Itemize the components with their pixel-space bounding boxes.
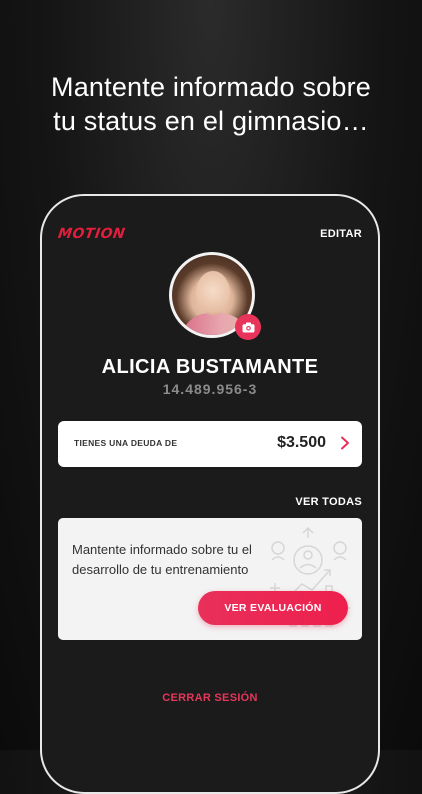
chevron-right-icon bbox=[341, 436, 349, 450]
phone-frame: MOTION EDITAR ALICIA BUSTAMANTE 14.489.9… bbox=[40, 194, 380, 794]
change-photo-button[interactable] bbox=[235, 314, 261, 340]
headline-line-2: tu status en el gimnasio… bbox=[53, 106, 369, 136]
view-evaluation-button[interactable]: VER EVALUACIÓN bbox=[198, 591, 348, 625]
debt-card[interactable]: TIENES UNA DEUDA DE $3.500 bbox=[58, 421, 362, 467]
app-screen: MOTION EDITAR ALICIA BUSTAMANTE 14.489.9… bbox=[42, 196, 378, 792]
debt-amount: $3.500 bbox=[277, 434, 326, 451]
marketing-headline: Mantente informado sobre tu status en el… bbox=[0, 70, 422, 138]
profile-avatar-container bbox=[169, 252, 261, 340]
avatar-face bbox=[196, 271, 230, 315]
motion-logo: MOTION bbox=[56, 226, 127, 242]
camera-icon bbox=[242, 322, 254, 332]
headline-line-1: Mantente informado sobre bbox=[51, 72, 371, 102]
logout-button[interactable]: CERRAR SESIÓN bbox=[42, 692, 378, 704]
app-topbar: MOTION EDITAR bbox=[56, 226, 362, 246]
evaluation-card: Mantente informado sobre tu el desarroll… bbox=[58, 518, 362, 640]
profile-rut: 14.489.956-3 bbox=[162, 381, 258, 397]
profile-name: ALICIA BUSTAMANTE bbox=[101, 356, 319, 378]
debt-label: TIENES UNA DEUDA DE bbox=[74, 438, 178, 448]
see-all-link[interactable]: VER TODAS bbox=[295, 496, 362, 508]
edit-button[interactable]: EDITAR bbox=[320, 228, 362, 240]
evaluation-description: Mantente informado sobre tu el desarroll… bbox=[72, 542, 252, 577]
